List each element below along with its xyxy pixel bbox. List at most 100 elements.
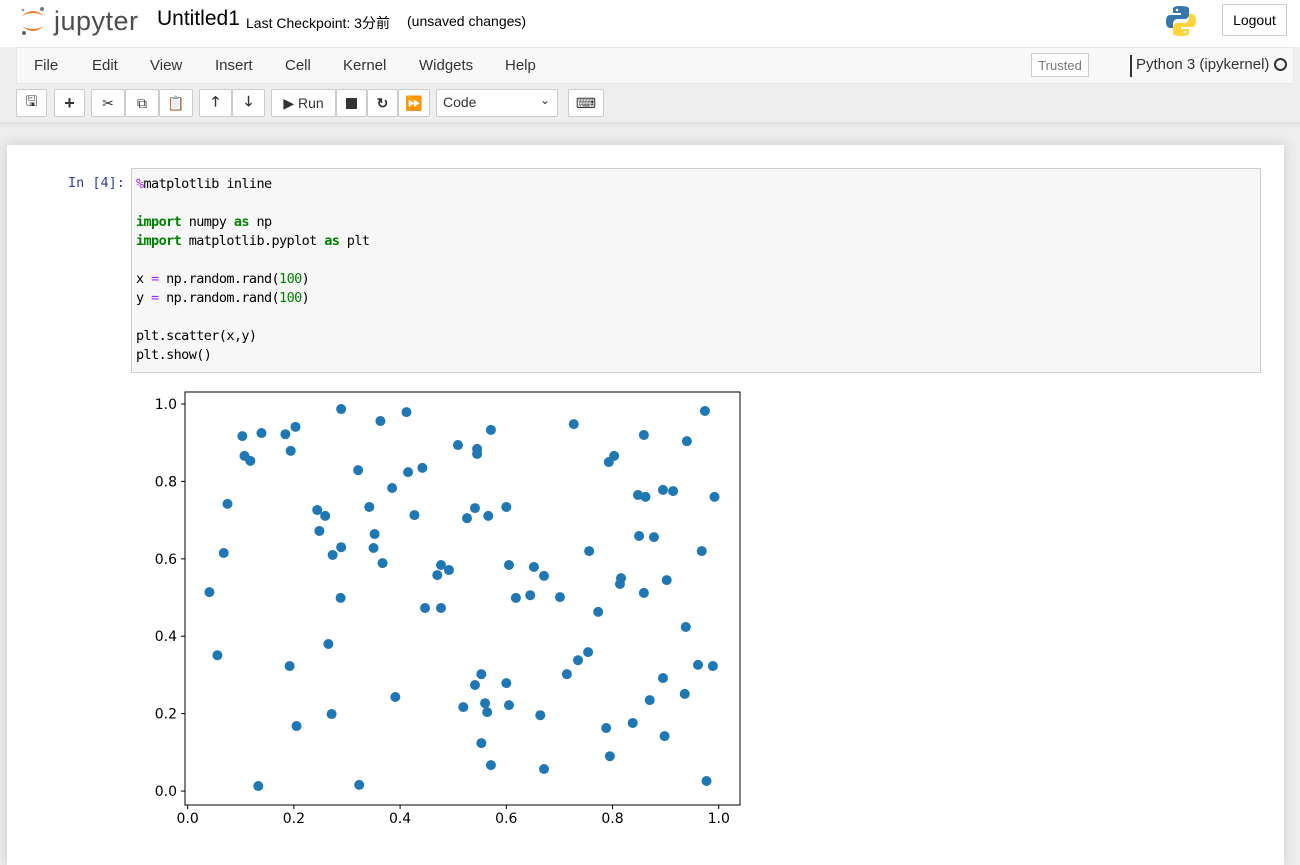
scatter-point (528, 561, 539, 572)
code-line: plt.scatter(x,y) (136, 327, 1256, 346)
scatter-point (462, 513, 473, 524)
scatter-point (212, 650, 223, 661)
y-tick-label: 0.2 (155, 707, 177, 723)
menu-insert[interactable]: Insert (215, 57, 253, 74)
code-token: = (151, 271, 159, 287)
scatter-point (501, 501, 512, 512)
scatter-point (369, 529, 380, 540)
code-line: import numpy as np (136, 213, 1256, 232)
code-token: matplotlib.pyplot (181, 233, 325, 249)
code-line: plt.show() (136, 346, 1256, 365)
scatter-point (314, 525, 325, 536)
cut-icon: ✂ (102, 94, 114, 111)
y-tick-label: 1.0 (155, 397, 177, 413)
scatter-point (482, 707, 493, 718)
scatter-point (693, 659, 704, 670)
kernel-name[interactable]: Python 3 (ipykernel) (1136, 56, 1269, 73)
menu-help[interactable]: Help (505, 57, 536, 74)
code-line: y = np.random.rand(100) (136, 289, 1256, 308)
move-down-button[interactable]: 🡓 (232, 89, 265, 117)
scatter-point (503, 560, 514, 571)
scatter-point (480, 698, 491, 709)
scatter-point (696, 546, 707, 557)
scatter-point (291, 721, 302, 732)
scatter-point (510, 592, 521, 603)
scatter-point (661, 575, 672, 586)
scatter-point (501, 678, 512, 689)
header: jupyter Untitled1 Last Checkpoint: 3分前 (… (0, 0, 1300, 47)
restart-run-all-button[interactable]: ⏩ (398, 89, 430, 117)
scatter-point (476, 738, 487, 749)
scatter-point (627, 717, 638, 728)
jupyter-logo-icon (21, 7, 44, 35)
menu-cell[interactable]: Cell (285, 57, 311, 74)
restart-button[interactable]: ↻ (367, 89, 398, 117)
scatter-point (469, 680, 480, 691)
notebook-name[interactable]: Untitled1 (157, 7, 240, 31)
plus-icon: + (64, 92, 75, 113)
scatter-point (354, 779, 365, 790)
scatter-point (604, 751, 615, 762)
menu-edit[interactable]: Edit (92, 57, 118, 74)
menu-view[interactable]: View (150, 57, 182, 74)
scatter-point (707, 661, 718, 672)
jupyter-logo[interactable]: jupyter (18, 4, 139, 38)
code-token: % (136, 176, 144, 192)
scatter-point (561, 669, 572, 680)
trusted-indicator[interactable]: Trusted (1031, 53, 1089, 77)
run-button[interactable]: ▶ Run (271, 89, 336, 117)
code-token: 100 (279, 290, 302, 306)
scatter-point (634, 530, 645, 541)
x-tick-label: 1.0 (708, 811, 730, 827)
input-prompt: In [4]: (68, 175, 125, 191)
scatter-point (539, 570, 550, 581)
scatter-point (458, 702, 469, 713)
paste-button[interactable]: 📋 (159, 89, 193, 117)
move-up-button[interactable]: 🡑 (199, 89, 232, 117)
code-token: np.random.rand( (158, 290, 280, 306)
cell-type-select[interactable]: Code ⌄ (436, 89, 558, 117)
menu-widgets[interactable]: Widgets (419, 57, 473, 74)
scatter-point (284, 661, 295, 672)
scatter-point (387, 482, 398, 493)
code-token: as (233, 214, 250, 230)
x-tick-label: 0.4 (389, 811, 411, 827)
y-tick-label: 0.0 (155, 784, 177, 800)
menu-file[interactable]: File (34, 57, 58, 74)
stop-icon (346, 97, 357, 109)
code-token: as (324, 233, 340, 249)
run-icon: ▶ (283, 94, 295, 111)
scatter-point (253, 781, 264, 792)
code-line: import matplotlib.pyplot as plt (136, 232, 1256, 251)
code-token: 100 (279, 271, 302, 287)
command-palette-button[interactable]: ⌨ (568, 89, 604, 117)
copy-button[interactable]: ⧉ (125, 89, 159, 117)
scatter-point (326, 709, 337, 720)
insert-cell-button[interactable]: + (54, 89, 85, 117)
scatter-point (452, 440, 463, 451)
save-button[interactable]: 🖫 (16, 89, 47, 117)
scatter-point (417, 462, 428, 473)
logout-button[interactable]: Logout (1222, 4, 1287, 36)
scatter-point (640, 491, 651, 502)
scatter-point (638, 587, 649, 598)
interrupt-button[interactable] (336, 89, 367, 117)
code-token: plt (339, 233, 370, 249)
cut-button[interactable]: ✂ (91, 89, 125, 117)
scatter-point (390, 692, 401, 703)
x-tick-label: 0.6 (495, 811, 517, 827)
scatter-point (568, 419, 579, 430)
scatter-point (353, 465, 364, 476)
scatter-point (483, 510, 494, 521)
code-cell-editor[interactable]: %matplotlib inline import numpy as np impo… (131, 168, 1261, 373)
scatter-point (237, 431, 248, 442)
code-token: x (136, 271, 152, 287)
scatter-point (280, 429, 291, 440)
scatter-point (403, 467, 414, 478)
scatter-point (535, 710, 546, 721)
scatter-point (323, 638, 334, 649)
menu-kernel[interactable]: Kernel (343, 57, 386, 74)
scatter-point (701, 776, 712, 787)
